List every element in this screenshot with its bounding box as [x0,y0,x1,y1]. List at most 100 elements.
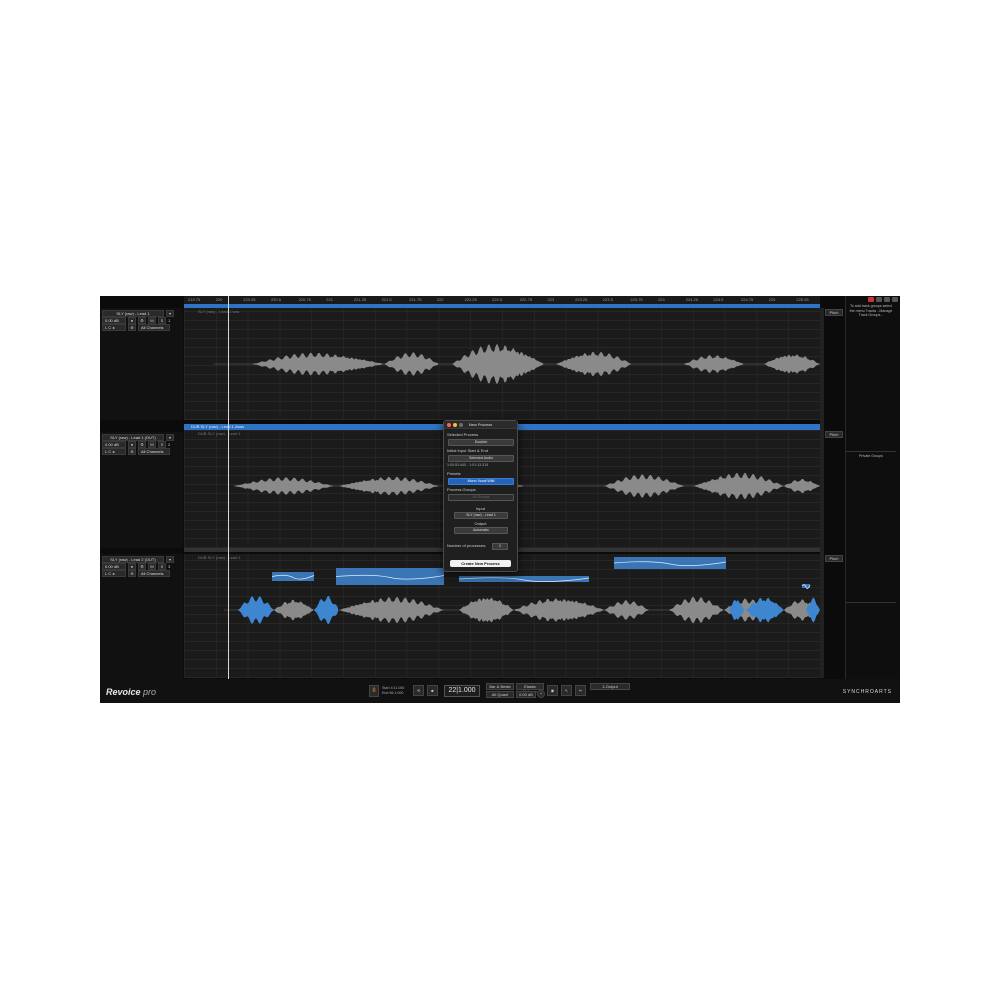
track-groups-section: To add track groups select the menu Trac… [846,296,898,452]
track-number-3: 3 [168,563,171,569]
app-logo: Revoice pro [106,687,156,697]
record-button-3[interactable]: ● [128,562,136,570]
settings-button-2[interactable]: ⚙ [138,440,146,448]
waveform-segment [784,478,820,494]
output-menu[interactable]: 1-Output [590,683,630,690]
timebase-select[interactable]: Bar & Beats [486,683,514,690]
start-readout: Start 4:11.000 [382,686,405,690]
pitch-button-1[interactable]: Pitch [825,309,843,316]
pitch-note-blob[interactable] [614,557,726,569]
mute-button-2[interactable]: M [148,440,156,448]
mute-button-1[interactable]: M [148,316,156,324]
create-new-process-button[interactable]: Create New Process [450,560,511,567]
zoom-window-icon[interactable] [459,423,463,427]
channels-select-2[interactable]: All Channels [138,447,170,455]
alt-quant-select[interactable]: Alt Quant [486,691,514,698]
pitch-note-blob[interactable] [459,576,589,582]
close-panel-icon[interactable] [868,297,874,302]
metronome-icon[interactable]: 8 [369,685,379,697]
track-gain-3[interactable]: 0.00 dB [102,562,126,570]
selected-process-label: Selected Process [447,432,479,437]
ruler-tick: 219.75 [188,297,201,302]
waveform-segment [252,352,384,376]
presets-label: Presets [447,471,461,476]
ruler-tick: 224.5 [713,297,724,302]
groups-panel: To add track groups select the menu Trac… [845,296,900,679]
solo-button-2[interactable]: S [158,440,166,448]
waveform-segment [604,474,684,498]
track-lane-1[interactable]: SLY (raw) - Lead 1.wav [184,308,820,420]
track-name-3[interactable]: SLY (raw) - Lead 2 (OUT) [102,555,164,563]
track-menu-button-2[interactable]: ▾ [166,433,174,441]
transport-bar: Revoice pro 8 Start 4:11.000 End 96:1.00… [100,679,900,703]
output-gain[interactable]: 0.00 dB [516,691,536,698]
lr-selector-2[interactable]: L C ◂ [102,447,126,455]
record-button-1[interactable]: ● [128,316,136,324]
elastic-volume-select[interactable]: Elastic Volume [516,683,544,694]
close-window-icon[interactable] [447,423,451,427]
pitch-button-3[interactable]: Pitch [825,555,843,562]
solo-button-3[interactable]: S [158,562,166,570]
track-gain-2[interactable]: 0.00 dB [102,440,126,448]
settings-button-1[interactable]: ⚙ [138,316,146,324]
process-groups-label: Process Groups [447,487,476,492]
num-processes-label: Number of processes: [447,543,487,548]
position-readout[interactable]: 22|1.000 [444,685,480,697]
process-groups-select[interactable]: All Groups [448,494,514,501]
selected-process-select[interactable]: Doubler [448,439,514,446]
input-button-1[interactable]: ⊕ [128,323,136,331]
mute-button-3[interactable]: M [148,562,156,570]
speaker-icon[interactable]: ◉ [547,685,558,696]
record-button-2[interactable]: ● [128,440,136,448]
expand-icon[interactable] [892,297,898,302]
list-icon[interactable] [876,297,882,302]
track-name-2[interactable]: SLY (raw) - Lead 1 (OUT) [102,433,164,441]
cursor-tool-icon[interactable]: ↖ [561,685,572,696]
track-number-2: 2 [168,441,171,447]
track-menu-button-1[interactable]: ▾ [166,309,174,317]
channels-select-1[interactable]: All Channels [138,323,170,331]
track-name-1[interactable]: SLY (raw) - Lead 1 [102,309,164,317]
presets-select[interactable]: Mono Vocal Wild [448,478,514,485]
add-icon[interactable]: + [537,690,545,698]
playhead[interactable] [228,296,229,679]
num-processes-stepper[interactable]: 2 [492,543,508,550]
track-lane-3[interactable]: DUB SLY (raw) - Lead 1 [184,554,820,678]
pitch-note-blob[interactable] [272,572,314,581]
input-label: Input [476,506,485,511]
track-menu-button-3[interactable]: ▾ [166,555,174,563]
track-gain-1[interactable]: 0.00 dB [102,316,126,324]
revoice-pro-window: 219.75 220 220.25 220.5 220.75 221 221.25 221.5… [100,296,900,703]
initial-io-select[interactable]: Selected Audio [448,455,514,462]
lr-selector-3[interactable]: L C ◂ [102,569,126,577]
channels-select-3[interactable]: All Channels [138,569,170,577]
input-button-2[interactable]: ⊕ [128,447,136,455]
waveform-segment [669,596,723,624]
track-groups-help: To add track groups select the menu Trac… [849,304,893,317]
output-label: Output [474,521,487,526]
waveform-segment [314,596,338,624]
scissor-tool-icon[interactable]: ✂ [575,685,586,696]
stop-icon[interactable]: ■ [427,685,438,696]
lr-selector-1[interactable]: L C ◂ [102,323,126,331]
pitch-note-blob[interactable] [336,568,444,585]
timeline-ruler[interactable]: 219.75 220 220.25 220.5 220.75 221 221.25 221.5… [184,296,820,304]
settings-button-3[interactable]: ⚙ [138,562,146,570]
loop-icon[interactable]: ⟲ [413,685,424,696]
start-end-readout: Start 4:11.000 End 96:1.000 [382,686,404,695]
output-select[interactable]: Automatic [454,527,508,534]
solo-button-1[interactable]: S [158,316,166,324]
pitch-button-2[interactable]: Pitch [825,431,843,438]
vertical-scrollbar[interactable] [820,308,824,678]
logo-sub: pro [143,687,157,697]
input-select[interactable]: SLY (raw) - Lead 1 [454,512,508,519]
synchroarts-brand: SYNCHROARTS [842,689,892,695]
ruler-tick: 224.25 [685,297,698,302]
grid-icon[interactable] [884,297,890,302]
input-button-3[interactable]: ⊕ [128,569,136,577]
ruler-tick: 225.25 [796,297,809,302]
ruler-tick: 222.5 [492,297,503,302]
minimize-window-icon[interactable] [453,423,457,427]
waveform-segment [806,597,820,623]
initial-io-label: Initial Input Start & End [447,448,488,453]
